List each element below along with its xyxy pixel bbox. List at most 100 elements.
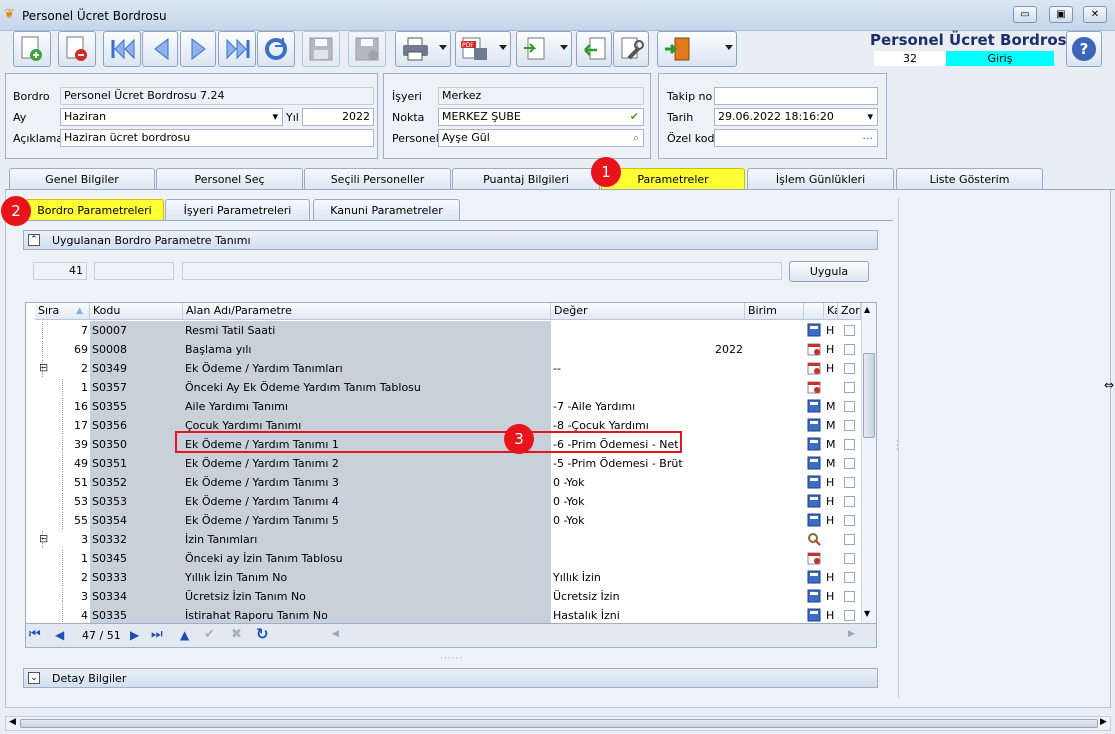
scroll-down-icon[interactable]: ▼	[864, 609, 870, 618]
save-button[interactable]	[302, 31, 340, 67]
calculator-icon[interactable]	[807, 418, 821, 432]
zorunlu-checkbox[interactable]	[844, 610, 855, 621]
calculator-icon[interactable]	[807, 437, 821, 451]
col-kodu[interactable]: Kodu	[90, 303, 183, 320]
zorunlu-checkbox[interactable]	[844, 420, 855, 431]
zorunlu-checkbox[interactable]	[844, 382, 855, 393]
col-alan-adi[interactable]: Alan Adı/Parametre	[183, 303, 551, 320]
tree-toggle-icon[interactable]: ⊟	[39, 359, 51, 378]
tab-2[interactable]: Personel Seç	[156, 168, 303, 190]
calculator-icon[interactable]	[807, 513, 821, 527]
import-button[interactable]	[516, 31, 572, 67]
calendar-icon[interactable]	[807, 551, 821, 565]
hscroll-right-icon[interactable]: ▶	[848, 629, 855, 639]
calculator-icon[interactable]	[807, 570, 821, 584]
lookup-icon[interactable]: ⌕	[633, 130, 639, 146]
tarih-field[interactable]: 29.06.2022 18:16:20 ▾	[714, 108, 878, 126]
scroll-thumb[interactable]	[863, 353, 875, 438]
expand-icon[interactable]: ⌄	[28, 672, 40, 684]
collapse-icon[interactable]: ⌃	[28, 234, 40, 246]
table-row[interactable]: 51 S0352 Ek Ödeme / Yardım Tanımı 30 -Yok H	[26, 473, 861, 492]
zorunlu-checkbox[interactable]	[844, 401, 855, 412]
personel-field[interactable]: Ayşe Gül ⌕	[438, 129, 644, 147]
tab-3[interactable]: Seçili Personeller	[304, 168, 451, 190]
prev-record-button[interactable]	[142, 31, 178, 67]
ellipsis-button[interactable]: ...	[863, 130, 874, 144]
delete-button[interactable]	[58, 31, 96, 67]
tab-6[interactable]: İşlem Günlükleri	[747, 168, 894, 190]
table-row[interactable]: 4 S0335 İstirahat Raporu Tanım No Hastalık …	[26, 606, 861, 623]
last-record-button[interactable]	[218, 31, 256, 67]
exit-button[interactable]	[657, 31, 737, 67]
table-row[interactable]: 3 S0334 Ücretsiz İzin Tanım No Ücretsiz İzi…	[26, 587, 861, 606]
apply-button[interactable]: Uygula	[789, 261, 869, 282]
zorunlu-checkbox[interactable]	[844, 496, 855, 507]
aciklama-field[interactable]: Haziran ücret bordrosu	[60, 129, 374, 147]
col-zor[interactable]: Zor	[838, 303, 861, 320]
hscroll-left-icon[interactable]: ◀	[332, 629, 339, 639]
next-record-button[interactable]	[180, 31, 216, 67]
table-row[interactable]: 16 S0355 Aile Yardımı Tanımı -7 -Aile Yardı…	[26, 397, 861, 416]
new-button[interactable]	[13, 31, 51, 67]
calculator-icon[interactable]	[807, 475, 821, 489]
col-birim[interactable]: Birim	[745, 303, 804, 320]
hscroll-thumb[interactable]	[20, 719, 1098, 728]
detail-header[interactable]: ⌄ Detay Bilgiler	[23, 668, 878, 688]
close-button[interactable]: ✕	[1083, 6, 1107, 23]
calculator-icon[interactable]	[807, 323, 821, 337]
nav-next-button[interactable]: ▶	[130, 628, 139, 642]
nav-first-button[interactable]: ⏮	[29, 627, 41, 642]
window-hscrollbar[interactable]: ◀ ▶	[5, 716, 1111, 731]
calendar-icon[interactable]	[807, 361, 821, 375]
table-row[interactable]: ⊟ 3 S0332 İzin Tanımları	[26, 530, 861, 549]
nav-refresh-button[interactable]: ↻	[256, 625, 269, 643]
table-row[interactable]: 1 S0345 Önceki ay İzin Tanım Tablosu	[26, 549, 861, 568]
zorunlu-checkbox[interactable]	[844, 439, 855, 450]
maximize-button[interactable]: ▣	[1049, 6, 1073, 23]
zorunlu-checkbox[interactable]	[844, 534, 855, 545]
scroll-left-icon[interactable]: ◀	[9, 717, 16, 727]
section-header[interactable]: ⌃ Uygulanan Bordro Parametre Tanımı	[23, 230, 878, 250]
zorunlu-checkbox[interactable]	[844, 344, 855, 355]
ay-select[interactable]: Haziran ▾	[60, 108, 283, 126]
subtab-2[interactable]: İşyeri Parametreleri	[165, 199, 310, 221]
print-button[interactable]	[395, 31, 451, 67]
zorunlu-checkbox[interactable]	[844, 325, 855, 336]
cancel-save-button[interactable]	[348, 31, 386, 67]
tab-1[interactable]: Genel Bilgiler	[9, 168, 155, 190]
col-sira[interactable]: Sıra ▲	[35, 303, 90, 320]
calendar-icon[interactable]	[807, 342, 821, 356]
nav-cancel-button[interactable]: ✖	[231, 627, 242, 642]
col-deger[interactable]: Değer	[551, 303, 745, 320]
calculator-icon[interactable]	[807, 494, 821, 508]
calculator-icon[interactable]	[807, 589, 821, 603]
col-ka[interactable]: Ka	[824, 303, 838, 320]
tools-button[interactable]	[613, 31, 649, 67]
table-row[interactable]: 2 S0333 Yıllık İzin Tanım No Yıllık İzin H	[26, 568, 861, 587]
subtab-3[interactable]: Kanuni Parametreler	[313, 199, 460, 221]
tool-icon[interactable]	[807, 532, 821, 546]
table-row[interactable]: 53 S0353 Ek Ödeme / Yardım Tanımı 40 -Yok H	[26, 492, 861, 511]
calendar-icon[interactable]	[807, 380, 821, 394]
subtab-1[interactable]: Bordro Parametreleri	[25, 199, 164, 221]
nav-last-button[interactable]: ⏭	[151, 627, 163, 642]
zorunlu-checkbox[interactable]	[844, 591, 855, 602]
zorunlu-checkbox[interactable]	[844, 553, 855, 564]
back-document-button[interactable]	[576, 31, 612, 67]
ozel-field[interactable]: ...	[714, 129, 878, 147]
scroll-up-icon[interactable]: ▲	[864, 305, 870, 314]
calculator-icon[interactable]	[807, 608, 821, 622]
nokta-field[interactable]: MERKEZ ŞUBE ✔	[438, 108, 644, 126]
tab-5[interactable]: Parametreler	[601, 168, 745, 190]
grid-vscrollbar[interactable]: ▲ ▼	[861, 303, 876, 623]
nav-up-button[interactable]: ▲	[180, 628, 189, 642]
calculator-icon[interactable]	[807, 456, 821, 470]
table-row[interactable]: 7 S0007 Resmi Tatil Saati H	[26, 321, 861, 340]
table-row[interactable]: ⊟ 2 S0349 Ek Ödeme / Yardım Tanımları -- H	[26, 359, 861, 378]
table-row[interactable]: 55 S0354 Ek Ödeme / Yardım Tanımı 50 -Yok H	[26, 511, 861, 530]
minimize-button[interactable]: ▭	[1013, 6, 1037, 23]
export-pdf-button[interactable]: PDF	[455, 31, 511, 67]
scroll-right-icon[interactable]: ▶	[1100, 717, 1107, 727]
zorunlu-checkbox[interactable]	[844, 458, 855, 469]
calculator-icon[interactable]	[807, 399, 821, 413]
